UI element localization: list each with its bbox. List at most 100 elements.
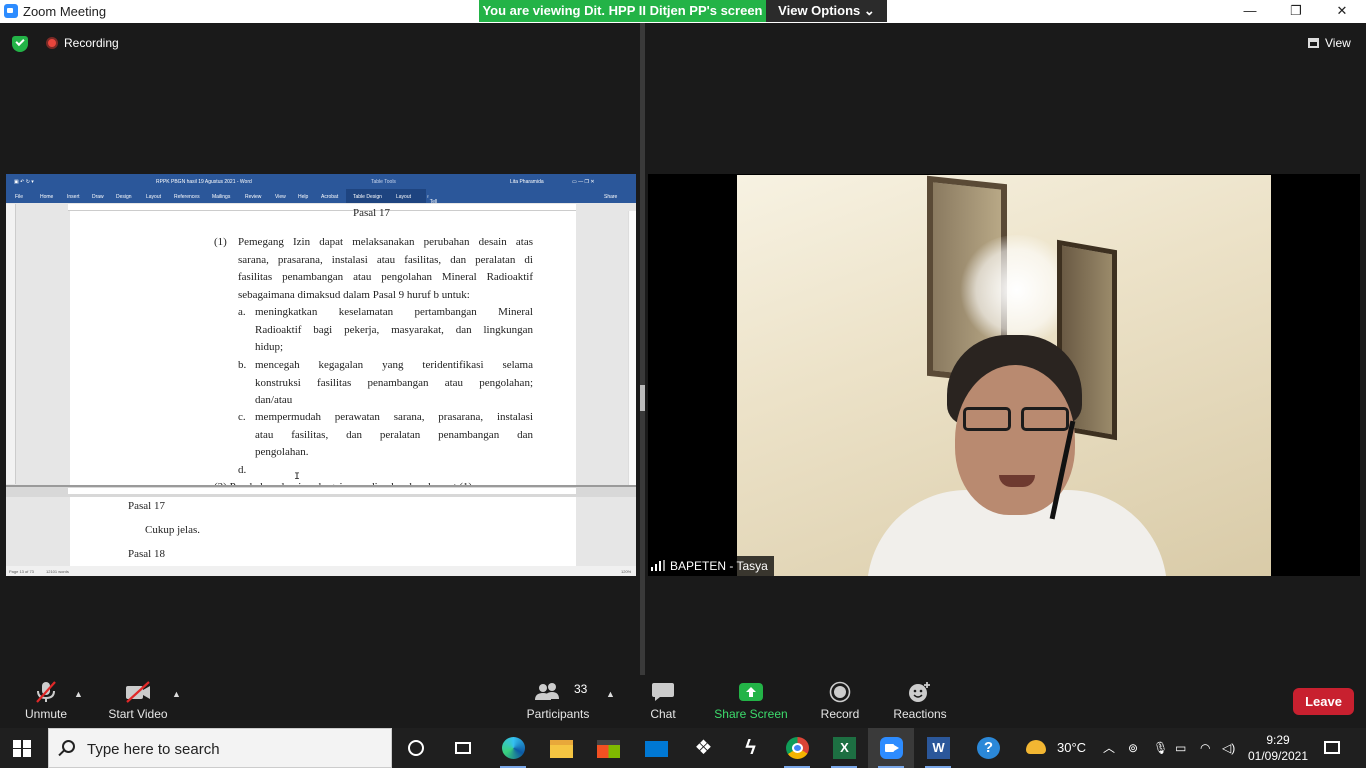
list-item: a. meningkatkan keselamatan pertambangan… [238, 304, 533, 357]
word-taskbar-icon[interactable]: W [915, 728, 961, 768]
wifi-icon[interactable]: ◠ [1200, 728, 1210, 768]
tray-app-icon[interactable]: ⊚ [1128, 728, 1138, 768]
recording-label[interactable]: Recording [64, 36, 119, 50]
app-bolt-icon[interactable]: ϟ [727, 728, 773, 768]
battery-icon[interactable]: ▭ [1175, 728, 1186, 768]
lower-ruler [68, 488, 576, 494]
participant-video-tile[interactable] [648, 174, 1360, 576]
microphone-tray-icon[interactable]: 🎙 [1153, 728, 1168, 768]
help-icon[interactable]: ? [965, 728, 1011, 768]
signal-strength-icon [651, 560, 665, 571]
splitter-handle[interactable] [640, 385, 645, 411]
word-zoom-level: 120% [621, 569, 632, 574]
list-line: Radioaktif bagi pekerja, masyarakat, dan… [255, 323, 533, 336]
start-video-label: Start Video [108, 707, 168, 721]
chat-label: Chat [650, 707, 676, 721]
close-button[interactable]: ✕ [1319, 0, 1365, 23]
restore-button[interactable]: ❐ [1273, 0, 1319, 23]
participant-name-tag: BAPETEN - Tasya [648, 556, 774, 576]
word-page-count: Page 13 of 73 [9, 569, 34, 574]
taskbar-search-input[interactable] [87, 738, 377, 760]
word-title-bar: ▣ ↶ ↻ ▾ RPPK PBGN hasil 19 Agustus 2021 … [6, 174, 636, 189]
recording-icon [46, 37, 58, 49]
chrome-icon[interactable] [774, 728, 820, 768]
ribbon-tab: File [15, 194, 24, 200]
lower-document-pane: Pasal 17 Cukup jelas. Pasal 18 [70, 497, 576, 566]
ribbon-tab: Acrobat [321, 194, 339, 200]
list-line: meningkatkan keselamatan pertambangan Mi… [255, 306, 533, 318]
lower-pasal-heading: Pasal 17 [128, 500, 165, 512]
share-screen-icon [739, 683, 763, 701]
view-options-button[interactable]: View Options ⌄ [766, 0, 887, 22]
video-options-caret-icon[interactable]: ▲ [172, 689, 181, 699]
audio-options-caret-icon[interactable]: ▲ [74, 689, 83, 699]
ribbon-tab: References [174, 194, 200, 200]
unmute-button[interactable]: Unmute [14, 675, 78, 728]
dropbox-icon[interactable]: ❖ [680, 728, 726, 768]
muted-microphone-icon [36, 681, 56, 703]
excel-icon[interactable]: X [821, 728, 867, 768]
ribbon-tab: Draw [92, 194, 104, 200]
clause-line: sebagaimana dimaksud dalam Pasal 9 huruf… [238, 288, 470, 301]
stopped-video-icon [126, 681, 150, 703]
list-item: b. mencegah kegagalan yang teridentifika… [238, 357, 533, 410]
temperature-label[interactable]: 30°C [1057, 728, 1086, 768]
tray-overflow-chevron-icon[interactable]: ︿ [1103, 728, 1115, 768]
horizontal-ruler [68, 204, 576, 211]
view-label: View [1325, 36, 1351, 50]
list-line: mempermudah perawatan sarana, prasarana,… [255, 411, 533, 423]
ribbon-tab: Mailings [212, 194, 231, 200]
file-explorer-icon[interactable] [538, 728, 584, 768]
participants-options-caret-icon[interactable]: ▲ [606, 689, 615, 699]
word-quick-access-icon: ▣ ↶ ↻ ▾ [14, 179, 34, 185]
participants-count: 33 [574, 682, 588, 696]
word-share-button: Share [604, 194, 618, 200]
start-video-button[interactable]: Start Video [104, 675, 172, 728]
windows-start-icon[interactable] [13, 740, 31, 757]
minimize-button[interactable]: — [1227, 0, 1273, 23]
view-button[interactable]: View [1308, 36, 1351, 50]
word-window-controls-icon: ▭ — ❐ ✕ [572, 179, 595, 185]
panel-splitter[interactable] [640, 23, 645, 675]
clause-line: fasilitas penambangan atau pengolahan Mi… [238, 271, 533, 283]
notifications-icon[interactable] [1324, 728, 1344, 768]
chat-button[interactable]: Chat [640, 675, 686, 728]
share-screen-button[interactable]: Share Screen [712, 675, 790, 728]
vertical-ruler [6, 204, 16, 484]
word-document-title: RPPK PBGN hasil 19 Agustus 2021 - Word [156, 179, 252, 185]
ribbon-tab: View [275, 194, 286, 200]
leave-button[interactable]: Leave [1293, 688, 1354, 715]
table-tools-label: Table Tools [371, 179, 396, 185]
mail-icon[interactable] [633, 728, 679, 768]
record-button[interactable]: Record [812, 675, 868, 728]
clause-line: sarana, prasarana, instalasi atau fasili… [238, 253, 533, 266]
participants-label: Participants [526, 707, 590, 721]
microsoft-store-icon[interactable] [585, 728, 631, 768]
security-shield-icon[interactable] [12, 36, 28, 52]
pasal-heading: Pasal 17 [353, 207, 390, 219]
edge-browser-icon[interactable] [490, 728, 536, 768]
list-line: hidup; [255, 341, 284, 353]
ribbon-tab: Insert [67, 194, 80, 200]
ribbon-tab: Table Design [353, 194, 382, 200]
zoom-taskbar-icon[interactable] [868, 728, 914, 768]
ribbon-tab: Home [40, 194, 54, 200]
zoom-app-icon [4, 4, 18, 18]
reactions-label: Reactions [893, 707, 947, 721]
document-scrollbar[interactable] [628, 211, 636, 485]
cortana-icon[interactable] [393, 728, 439, 768]
lower-pasal-heading-2: Pasal 18 [128, 548, 165, 560]
reactions-button[interactable]: Reactions [890, 675, 950, 728]
clause-line: Pemegang Izin dapat melaksanakan perubah… [238, 236, 533, 248]
ribbon-tab: Layout [396, 194, 412, 200]
volume-icon[interactable]: ◁) [1222, 728, 1235, 768]
view-options-label: View Options [778, 3, 861, 18]
participants-button[interactable]: 33 Participants [522, 675, 594, 728]
taskbar-search-box[interactable] [48, 728, 392, 768]
weather-icon[interactable] [1026, 728, 1046, 768]
word-word-count: 12101 words [46, 569, 69, 574]
shared-screen: ▣ ↶ ↻ ▾ RPPK PBGN hasil 19 Agustus 2021 … [6, 174, 636, 576]
taskbar-clock[interactable]: 9:29 01/09/2021 [1240, 732, 1316, 764]
task-view-icon[interactable] [440, 728, 486, 768]
clause-number: (1) [214, 236, 227, 248]
